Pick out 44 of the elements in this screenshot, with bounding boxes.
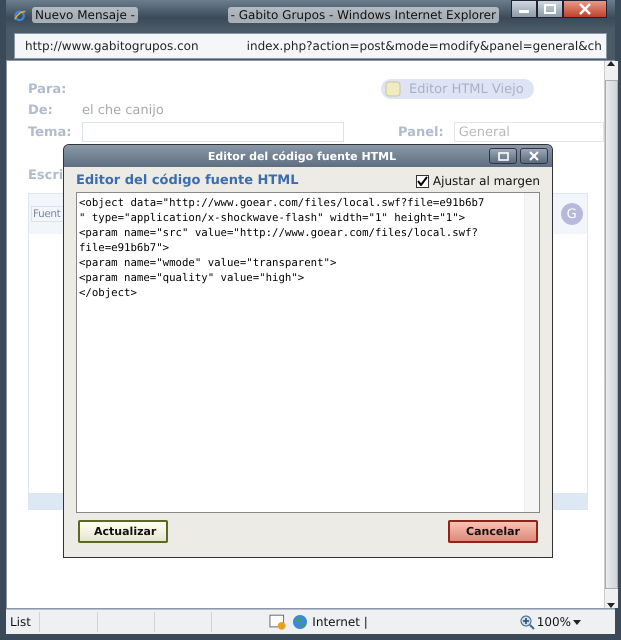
field-label: Para: xyxy=(28,82,68,96)
close-icon xyxy=(529,151,539,161)
code-line: file=e91b6b7"> xyxy=(79,240,170,255)
security-zone: Internet | xyxy=(312,615,368,629)
code-line: <param name="wmode" value="transparent"> xyxy=(79,255,338,270)
zoom-icon xyxy=(520,614,535,630)
maximize-icon xyxy=(498,152,508,160)
code-editor[interactable] xyxy=(76,192,540,513)
field-label: De: xyxy=(28,103,54,118)
close-button[interactable] xyxy=(520,148,548,164)
minimize-button[interactable] xyxy=(511,0,537,18)
dropdown-arrow-icon[interactable] xyxy=(573,620,581,624)
maximize-icon xyxy=(544,4,556,14)
globe-icon xyxy=(292,614,308,630)
close-icon xyxy=(578,3,592,15)
maximize-button[interactable] xyxy=(537,0,563,18)
cancel-button[interactable]: Cancelar xyxy=(448,520,538,543)
zoom-level[interactable]: 100% xyxy=(536,615,571,629)
code-line: <object data="http://www.goear.com/files/local.swf?file=e91b6b7 xyxy=(79,195,486,210)
code-line: " type="application/x-shockwave-flash" width="1" height="1"> xyxy=(79,210,466,225)
subject-field[interactable] xyxy=(82,122,344,142)
avatar: G xyxy=(560,203,583,225)
field-label: Panel: xyxy=(398,124,444,140)
note-icon xyxy=(384,81,401,97)
update-button[interactable]: Actualizar xyxy=(78,520,168,543)
editor-heading: Editor del código fuente HTML xyxy=(76,173,298,188)
status-text: List xyxy=(9,615,32,629)
code-line: </object> xyxy=(79,285,138,300)
code-line: <param name="src" value="http://www.goear.com/files/local.swf? xyxy=(79,225,479,240)
wrap-checkbox[interactable] xyxy=(416,174,429,188)
sender-name: el che canijo xyxy=(82,103,164,118)
warning-icon xyxy=(268,613,286,631)
window-title: Nuevo Mensaje - xyxy=(32,7,138,23)
code-line: <param name="quality" value="high"> xyxy=(79,270,306,285)
close-button[interactable] xyxy=(563,0,607,18)
address-field[interactable]: http://www.gabitogrupos.con index.php?action=post&mode=modify&panel=general&ch xyxy=(14,33,607,59)
field-label: Escri xyxy=(28,168,64,183)
maximize-button[interactable] xyxy=(489,148,517,164)
checkbox-label: Ajustar al margen xyxy=(432,174,540,188)
dialog-title: Editor del código fuente HTML xyxy=(206,150,398,162)
field-label: Tema: xyxy=(28,124,72,140)
scrollbar[interactable] xyxy=(604,61,618,608)
checkmark-icon xyxy=(416,176,428,186)
window-title: - Gabito Grupos - Windows Internet Explorer xyxy=(228,7,499,23)
